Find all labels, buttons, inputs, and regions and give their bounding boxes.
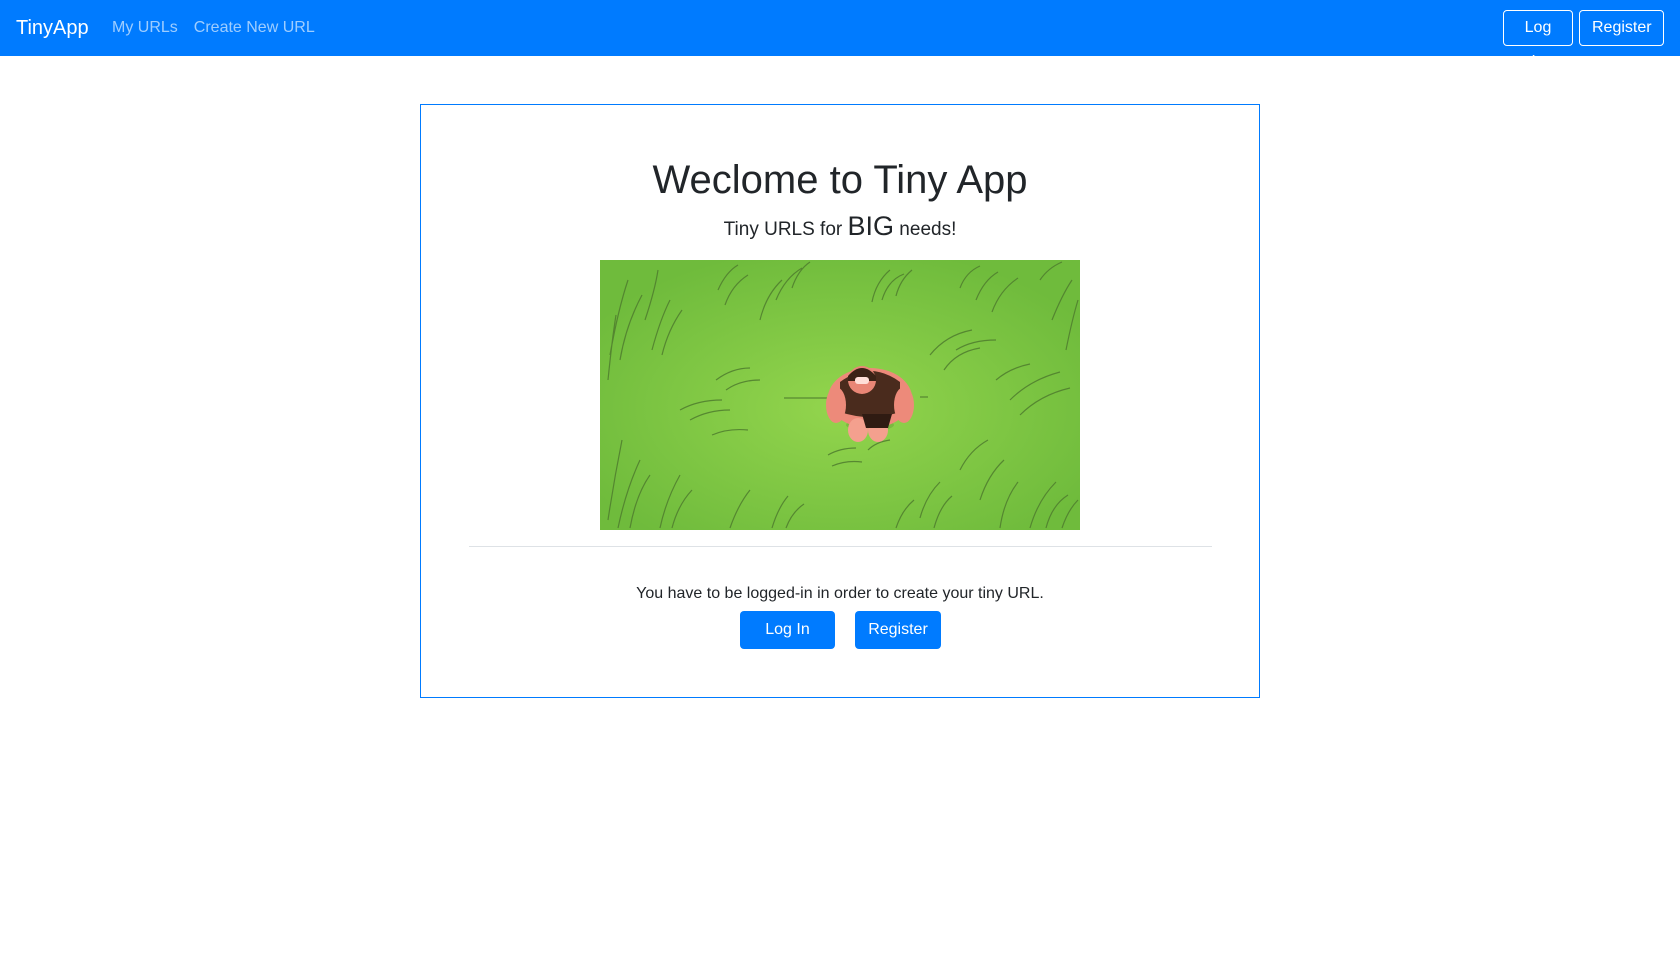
register-button[interactable]: Register <box>855 611 941 649</box>
nav-link-my-urls[interactable]: My URLs <box>112 18 178 38</box>
nav-link-create-new-url[interactable]: Create New URL <box>194 18 315 38</box>
navbar-login-button[interactable]: Log In <box>1503 10 1573 70</box>
welcome-card: Weclome to Tiny App Tiny URLS for BIG ne… <box>420 104 1260 698</box>
login-required-message: You have to be logged-in in order to cre… <box>636 585 1044 602</box>
hero-illustration <box>600 260 1080 530</box>
navbar: TinyApp My URLs Create New URL Log In Re… <box>0 0 1680 70</box>
brand-link[interactable]: TinyApp <box>16 16 89 40</box>
nav-links: My URLs Create New URL <box>112 18 315 38</box>
subtitle-big-word: BIG <box>847 211 895 241</box>
subtitle-suffix: needs! <box>894 219 957 240</box>
navbar-register-button[interactable]: Register <box>1579 10 1664 46</box>
login-button[interactable]: Log In <box>740 611 835 649</box>
subtitle-prefix: Tiny URLS for <box>723 219 848 240</box>
nav-actions: Log In Register <box>1503 10 1664 70</box>
content-divider <box>469 546 1212 547</box>
caveman-grass-image <box>600 260 1080 530</box>
page-title: Weclome to Tiny App <box>652 158 1028 202</box>
subtitle: Tiny URLS for BIG needs! <box>421 211 1259 245</box>
